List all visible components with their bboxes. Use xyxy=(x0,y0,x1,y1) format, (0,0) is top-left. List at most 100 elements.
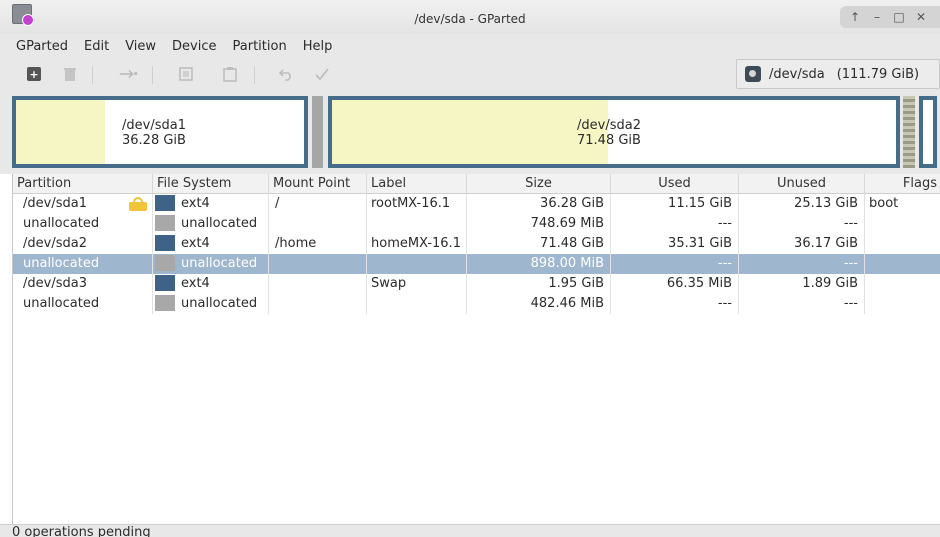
lock-icon xyxy=(129,197,147,211)
cell-label: rootMX-16.1 xyxy=(367,194,467,214)
cell-size: 1.95 GiB xyxy=(467,274,611,294)
cell-unused: --- xyxy=(739,254,865,274)
partition-table: Partition File System Mount Point Label … xyxy=(12,174,940,524)
copy-button[interactable] xyxy=(176,64,196,84)
resize-icon xyxy=(119,69,138,79)
menu-device[interactable]: Device xyxy=(166,39,222,54)
filesystem-color-swatch xyxy=(155,234,175,251)
toolbar-separator xyxy=(254,66,255,84)
column-header-unused[interactable]: Unused xyxy=(739,174,865,194)
new-icon: + xyxy=(27,67,41,81)
partition-block-size: 71.48 GiB xyxy=(577,133,641,148)
table-row[interactable]: unallocated unallocated 898.00 MiB --- -… xyxy=(13,254,940,274)
cell-partition: /dev/sda1 xyxy=(13,194,153,214)
cell-unused: --- xyxy=(739,294,865,314)
table-row[interactable]: unallocated unallocated 748.69 MiB --- -… xyxy=(13,214,940,234)
device-selector[interactable]: /dev/sda (111.79 GiB) xyxy=(736,59,940,89)
table-row[interactable]: unallocated unallocated 482.46 MiB --- -… xyxy=(13,294,940,314)
status-bar: 0 operations pending xyxy=(0,524,940,537)
cell-flags: boot xyxy=(869,196,899,211)
menu-bar: GParted Edit View Device Partition Help xyxy=(0,34,940,58)
column-header-used[interactable]: Used xyxy=(611,174,739,194)
trash-icon xyxy=(64,68,76,81)
partition-block-sda2[interactable]: /dev/sda2 71.48 GiB xyxy=(328,96,900,168)
column-header-flags[interactable]: Flags xyxy=(865,174,940,194)
cell-mount-point: / xyxy=(269,194,367,214)
cell-size: 898.00 MiB xyxy=(467,254,611,274)
maximize-icon[interactable]: □ xyxy=(892,10,906,24)
cell-partition: /dev/sda2 xyxy=(13,234,153,254)
cell-label: homeMX-16.1 xyxy=(367,234,467,254)
partition-name: /dev/sda2 xyxy=(23,236,87,251)
cell-used: 35.31 GiB xyxy=(611,234,739,254)
cell-size: 36.28 GiB xyxy=(467,194,611,214)
up-icon[interactable]: ↑ xyxy=(848,10,862,24)
partition-block-sda3[interactable] xyxy=(919,96,937,168)
cell-used: 66.35 MiB xyxy=(611,274,739,294)
apply-icon xyxy=(315,68,329,81)
menu-edit[interactable]: Edit xyxy=(78,39,115,54)
resize-move-button[interactable] xyxy=(118,64,138,84)
cell-partition: unallocated xyxy=(13,214,153,234)
partition-block-size: 36.28 GiB xyxy=(122,133,186,148)
column-header-mount-point[interactable]: Mount Point xyxy=(269,174,367,194)
apply-button[interactable] xyxy=(312,64,332,84)
unallocated-block[interactable] xyxy=(903,96,915,168)
delete-partition-button[interactable] xyxy=(60,64,80,84)
undo-button[interactable] xyxy=(276,64,296,84)
title-bar[interactable]: /dev/sda - GParted ↑ – □ ✕ xyxy=(0,0,940,34)
new-partition-button[interactable]: + xyxy=(24,64,44,84)
cell-file-system: unallocated xyxy=(153,214,269,234)
column-header-file-system[interactable]: File System xyxy=(153,174,269,194)
operations-pending-status: 0 operations pending xyxy=(12,525,151,537)
partition-used-area xyxy=(16,100,106,164)
minimize-icon[interactable]: – xyxy=(870,10,884,24)
cell-file-system: unallocated xyxy=(153,294,269,314)
partition-name: /dev/sda1 xyxy=(23,196,87,211)
cell-used: --- xyxy=(611,214,739,234)
menu-gparted[interactable]: GParted xyxy=(10,39,74,54)
menu-view[interactable]: View xyxy=(119,39,162,54)
toolbar-separator xyxy=(92,66,93,84)
paste-icon xyxy=(223,67,237,82)
cell-size: 482.46 MiB xyxy=(467,294,611,314)
table-row[interactable]: /dev/sda1 ext4 / rootMX-16.1 36.28 GiB 1… xyxy=(13,194,940,214)
table-row[interactable]: /dev/sda2 ext4 /home homeMX-16.1 71.48 G… xyxy=(13,234,940,254)
column-header-partition[interactable]: Partition xyxy=(13,174,153,194)
menu-help[interactable]: Help xyxy=(297,39,339,54)
copy-icon xyxy=(179,67,193,81)
partition-block-name: /dev/sda2 xyxy=(577,118,641,133)
cell-mount-point: /home xyxy=(269,234,367,254)
partition-block-sda1[interactable]: /dev/sda1 36.28 GiB xyxy=(12,96,308,168)
cell-label xyxy=(367,294,467,314)
column-header-size[interactable]: Size xyxy=(467,174,611,194)
cell-flags xyxy=(865,234,940,254)
cell-size: 748.69 MiB xyxy=(467,214,611,234)
filesystem-color-swatch xyxy=(155,194,175,211)
device-name: /dev/sda xyxy=(769,66,825,82)
cell-used: --- xyxy=(611,294,739,314)
menu-partition[interactable]: Partition xyxy=(227,39,293,54)
cell-label: Swap xyxy=(367,274,467,294)
filesystem-color-swatch xyxy=(155,254,175,271)
cell-label xyxy=(367,214,467,234)
filesystem-name: ext4 xyxy=(181,236,210,251)
undo-icon xyxy=(278,69,291,81)
filesystem-name: unallocated xyxy=(181,296,258,311)
table-row[interactable]: /dev/sda3 ext4 Swap 1.95 GiB 66.35 MiB 1… xyxy=(13,274,940,294)
partition-used-area xyxy=(332,100,609,164)
paste-button[interactable] xyxy=(220,64,240,84)
partition-name: unallocated xyxy=(23,296,100,311)
unallocated-block[interactable] xyxy=(312,96,323,168)
cell-flags xyxy=(865,274,940,294)
cell-used: --- xyxy=(611,254,739,274)
device-size: (111.79 GiB) xyxy=(836,66,920,82)
close-icon[interactable]: ✕ xyxy=(914,10,928,24)
cell-partition: unallocated xyxy=(13,294,153,314)
column-header-label[interactable]: Label xyxy=(367,174,467,194)
partition-name: /dev/sda3 xyxy=(23,276,87,291)
toolbar-separator xyxy=(152,66,153,84)
cell-file-system: ext4 xyxy=(153,234,269,254)
window-controls: ↑ – □ ✕ xyxy=(840,6,940,28)
cell-file-system: ext4 xyxy=(153,194,269,214)
